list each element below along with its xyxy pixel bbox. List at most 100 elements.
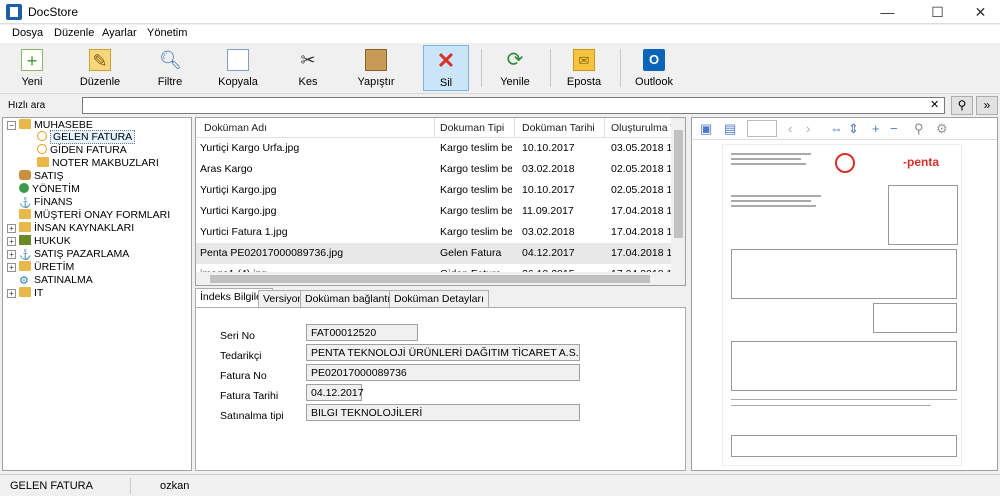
expand-uretim-toggle[interactable]: +: [7, 263, 16, 272]
status-user: ozkan: [160, 480, 190, 492]
status-divider: [130, 478, 131, 494]
serial-number-field[interactable]: FAT00012520: [306, 324, 418, 341]
expand-it-toggle[interactable]: +: [7, 289, 16, 298]
clock-icon: [37, 131, 47, 141]
previous-page-icon[interactable]: ‹: [788, 121, 792, 136]
expand-hukuk-toggle[interactable]: +: [7, 237, 16, 246]
scissors-icon: ✂: [300, 50, 316, 70]
search-icon: ⚲: [957, 98, 967, 112]
refresh-icon: ⟳: [506, 49, 524, 71]
table-row[interactable]: Yurtici Kargo.jpgKargo teslim belg11.09.…: [196, 201, 671, 222]
folder-icon: [19, 119, 31, 129]
menu-duzenle[interactable]: Düzenle: [54, 27, 94, 39]
tree-node-hukuk[interactable]: HUKUK: [19, 235, 71, 248]
clear-search-icon[interactable]: ✕: [930, 98, 939, 111]
tree-node-giden-fatura[interactable]: GİDEN FATURA: [37, 144, 127, 157]
invoice-totals-table: [873, 303, 957, 333]
settings-gear-icon[interactable]: ⚙: [936, 121, 948, 137]
supplier-field[interactable]: PENTA TEKNOLOJİ ÜRÜNLERİ DAĞITIM TİCARET…: [306, 344, 580, 361]
outlook-button[interactable]: O Outlook: [624, 45, 684, 91]
status-current-node: GELEN FATURA: [10, 480, 93, 492]
tab-document-details[interactable]: Doküman Detayları: [389, 290, 489, 307]
tree-node-satis-pazarlama[interactable]: ⚓ SATIŞ PAZARLAMA: [19, 248, 129, 261]
copy-button[interactable]: Kopyala: [208, 45, 268, 91]
column-divider: [514, 118, 515, 138]
text-line: [731, 163, 806, 165]
table-row[interactable]: Yurtici Fatura 1.jpgKargo teslim belg03.…: [196, 222, 671, 243]
next-page-icon[interactable]: ›: [806, 121, 810, 136]
payment-table: [731, 435, 957, 457]
menu-dosya[interactable]: Dosya: [12, 27, 43, 39]
toolbar-separator: [550, 49, 551, 87]
new-button[interactable]: + Yeni: [2, 45, 62, 91]
edit-button[interactable]: ✎ Düzenle: [70, 45, 130, 91]
delete-button[interactable]: ✕ Sil: [423, 45, 469, 91]
close-button[interactable]: ✕: [958, 0, 1000, 24]
tree-node-insan-kaynaklari[interactable]: İNSAN KAYNAKLARI: [19, 222, 134, 235]
scroll-thumb[interactable]: [210, 275, 650, 283]
tree-node-satinalma[interactable]: ⚙ SATINALMA: [19, 274, 93, 287]
invoice-items-table: [731, 249, 957, 299]
refresh-button[interactable]: ⟳ Yenile: [485, 45, 545, 91]
expand-satis-pazarlama-toggle[interactable]: +: [7, 250, 16, 259]
tree-node-finans[interactable]: ⚓ FİNANS: [19, 196, 73, 209]
grid-header: Doküman Adı Dokuman Tipi Doküman Tarihi …: [196, 118, 671, 138]
delete-x-icon: ✕: [436, 48, 456, 73]
tree-node-musteri-onay[interactable]: MÜŞTERİ ONAY FORMLARI: [19, 209, 170, 222]
zoom-out-icon[interactable]: −: [890, 121, 898, 136]
maximize-button[interactable]: ☐: [915, 0, 960, 24]
invoice-notes-box: [731, 341, 957, 391]
tree-node-yonetim[interactable]: YÖNETİM: [19, 183, 80, 196]
edit-icon: ✎: [89, 49, 111, 71]
print-icon[interactable]: ▤: [724, 121, 736, 137]
invoice-date-field[interactable]: 04.12.2017: [306, 384, 364, 401]
scroll-thumb[interactable]: [674, 130, 683, 238]
anchor-icon: ⚓: [19, 250, 32, 261]
table-row[interactable]: Aras KargoKargo teslim belg03.02.201802.…: [196, 159, 671, 180]
tree-node-uretim[interactable]: ÜRETİM: [19, 261, 74, 274]
handshake-icon: [19, 170, 31, 180]
fit-width-icon[interactable]: ⇔: [830, 121, 843, 136]
column-header-document-date[interactable]: Doküman Tarihi: [522, 122, 595, 134]
expand-insan-kaynaklari-toggle[interactable]: +: [7, 224, 16, 233]
text-line: [731, 205, 816, 207]
collapse-muhasebe-toggle[interactable]: −: [7, 121, 16, 130]
efatura-logo: [835, 153, 855, 173]
invoice-number-field[interactable]: PE02017000089736: [306, 364, 580, 381]
grid-horizontal-scrollbar[interactable]: [196, 272, 685, 285]
tree-node-noter-makbuzlari[interactable]: NOTER MAKBUZLARI: [37, 157, 159, 170]
column-header-document-name[interactable]: Doküman Adı: [204, 122, 267, 134]
search-button[interactable]: ⚲: [951, 96, 973, 115]
save-icon[interactable]: ▣: [700, 121, 712, 137]
toolbar: + Yeni ✎ Düzenle 🔍︎ Filtre Kopyala ✂ Kes…: [0, 43, 1000, 94]
column-header-document-type[interactable]: Dokuman Tipi: [440, 122, 504, 134]
table-row[interactable]: Yurtiçi Kargo Urfa.jpgKargo teslim belg1…: [196, 138, 671, 159]
column-divider: [434, 118, 435, 138]
menu-yonetim[interactable]: Yönetim: [147, 27, 187, 39]
table-row[interactable]: Yurtiçi Kargo.jpgKargo teslim belg10.10.…: [196, 180, 671, 201]
clock-icon: [37, 144, 47, 154]
toolbar-separator: [481, 49, 482, 87]
email-button[interactable]: ✉ Eposta: [554, 45, 614, 91]
cut-button[interactable]: ✂ Kes: [278, 45, 338, 91]
tree-node-satis[interactable]: SATIŞ: [19, 170, 64, 183]
zoom-in-icon[interactable]: +: [872, 121, 880, 136]
new-document-icon: +: [21, 49, 43, 71]
expand-search-button[interactable]: »: [976, 96, 998, 115]
paste-button[interactable]: Yapıştır: [346, 45, 406, 91]
menu-ayarlar[interactable]: Ayarlar: [102, 27, 137, 39]
tree-node-it[interactable]: IT: [19, 287, 43, 300]
column-header-created-date[interactable]: Oluşturulma Tar: [611, 122, 671, 134]
search-icon[interactable]: ⚲: [914, 121, 924, 137]
quick-search-input[interactable]: [82, 97, 945, 114]
grid-vertical-scrollbar[interactable]: [671, 118, 685, 272]
fit-height-icon[interactable]: ⇕: [848, 121, 859, 137]
category-tree: − MUHASEBE GELEN FATURA GİDEN FATURA NOT…: [2, 117, 192, 471]
gear-icon: ⚙: [19, 275, 29, 287]
table-row-selected[interactable]: Penta PE02017000089736.jpg Gelen Fatura 04…: [196, 243, 671, 264]
page-number-input[interactable]: [747, 120, 777, 137]
minimize-button[interactable]: —: [865, 0, 910, 24]
filter-button[interactable]: 🔍︎ Filtre: [140, 45, 200, 91]
purchase-type-field[interactable]: BILGI TEKNOLOJİLERİ: [306, 404, 580, 421]
tree-node-gelen-fatura[interactable]: GELEN FATURA: [37, 130, 136, 144]
